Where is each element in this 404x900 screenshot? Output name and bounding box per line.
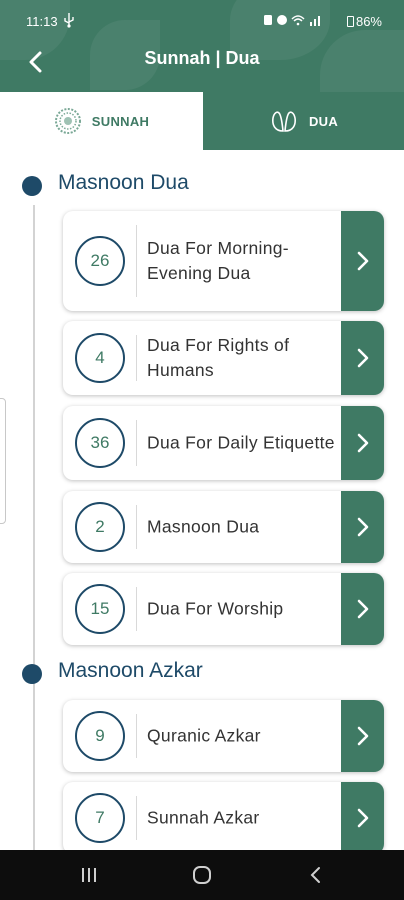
timeline-line — [33, 205, 35, 850]
list-item[interactable]: 15 Dua For Worship — [63, 573, 384, 645]
open-button[interactable] — [341, 782, 384, 850]
item-label: Dua For Rights of Humans — [147, 335, 290, 380]
tab-bar: SUNNAH DUA — [0, 92, 404, 150]
home-button[interactable] — [188, 862, 216, 888]
open-button[interactable] — [341, 321, 384, 395]
section-title: Masnoon Dua — [58, 171, 189, 194]
item-label: Masnoon Dua — [147, 516, 260, 537]
list-item[interactable]: 2 Masnoon Dua — [63, 491, 384, 563]
item-label: Dua For Morning-Evening Dua — [147, 238, 289, 283]
divider — [136, 796, 137, 840]
list-item[interactable]: 26 Dua For Morning-Evening Dua — [63, 211, 384, 311]
divider — [136, 225, 137, 297]
section-dot — [22, 664, 42, 684]
divider — [136, 587, 137, 631]
dua-list[interactable]: Masnoon Dua 26 Dua For Morning-Evening D… — [0, 150, 404, 850]
status-time: 11:13 — [26, 14, 58, 29]
tab-dua-label: DUA — [308, 113, 339, 129]
status-icons — [264, 14, 324, 29]
item-label: Dua For Worship — [147, 598, 284, 619]
edge-drawer-handle[interactable] — [0, 398, 6, 524]
list-item[interactable]: 7 Sunnah Azkar — [63, 782, 384, 850]
list-item[interactable]: 4 Dua For Rights of Humans — [63, 321, 384, 395]
chevron-right-icon — [357, 348, 368, 368]
battery-level: 86% — [346, 14, 382, 29]
tab-sunnah-label: SUNNAH — [91, 113, 150, 129]
chevron-right-icon — [357, 726, 368, 746]
count-badge: 4 — [75, 333, 125, 383]
app-header: 11:13 86% Sunnah | Dua — [0, 0, 404, 92]
count-badge: 9 — [75, 711, 125, 761]
tab-dua[interactable]: DUA — [203, 92, 404, 150]
home-icon — [193, 866, 211, 884]
item-label: Sunnah Azkar — [147, 807, 260, 828]
count-badge: 2 — [75, 502, 125, 552]
open-button[interactable] — [341, 573, 384, 645]
chevron-right-icon — [357, 251, 368, 271]
section-title: Masnoon Azkar — [58, 659, 203, 682]
count-badge: 7 — [75, 793, 125, 843]
list-item[interactable]: 36 Dua For Daily Etiquette — [63, 406, 384, 480]
open-button[interactable] — [341, 491, 384, 563]
count-badge: 15 — [75, 584, 125, 634]
usb-icon — [62, 12, 76, 31]
section-dot — [22, 176, 42, 196]
open-button[interactable] — [341, 211, 384, 311]
list-item[interactable]: 9 Quranic Azkar — [63, 700, 384, 772]
item-label: Dua For Daily Etiquette — [147, 432, 335, 453]
divider — [136, 505, 137, 549]
divider — [136, 420, 137, 466]
battery-icon — [346, 16, 354, 27]
open-button[interactable] — [341, 406, 384, 480]
chevron-right-icon — [357, 808, 368, 828]
system-nav-bar — [0, 850, 404, 900]
recent-apps-button[interactable] — [75, 862, 103, 888]
open-button[interactable] — [341, 700, 384, 772]
count-badge: 26 — [75, 236, 125, 286]
chevron-right-icon — [357, 599, 368, 619]
status-bar: 11:13 86% — [0, 0, 404, 44]
chevron-right-icon — [357, 517, 368, 537]
page-title: Sunnah | Dua — [144, 48, 260, 68]
battery-percent: 86% — [355, 14, 382, 29]
count-badge: 36 — [75, 418, 125, 468]
divider — [136, 714, 137, 758]
item-label: Quranic Azkar — [147, 725, 261, 746]
system-back-button[interactable] — [301, 862, 329, 888]
divider — [136, 335, 137, 381]
back-icon — [310, 867, 320, 883]
dua-hands-icon — [271, 111, 296, 132]
sunnah-icon — [54, 108, 81, 134]
recent-apps-icon — [82, 868, 96, 882]
tab-sunnah[interactable]: SUNNAH — [0, 92, 203, 150]
chevron-right-icon — [357, 433, 368, 453]
